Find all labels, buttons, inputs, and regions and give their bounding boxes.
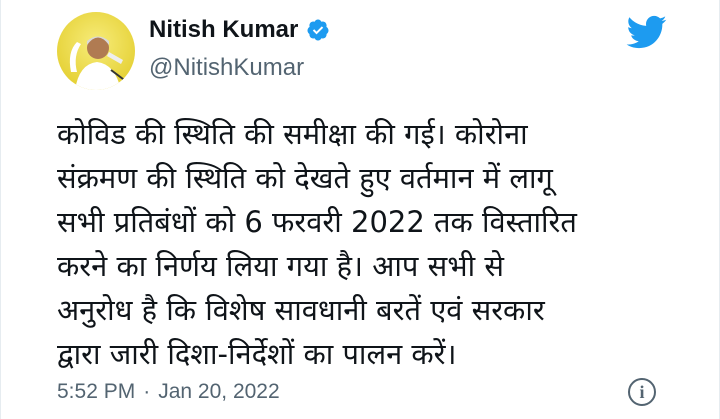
tweet-text: कोविड की स्थिति की समीक्षा की गई। कोरोना… — [57, 117, 577, 371]
author-name[interactable]: Nitish Kumar — [149, 16, 298, 44]
twitter-bird-icon[interactable] — [625, 14, 667, 50]
author-row: Nitish Kumar — [149, 12, 330, 48]
tweet-meta: 5:52 PM · Jan 20, 2022 — [57, 380, 280, 404]
author-handle[interactable]: @NitishKumar — [149, 54, 304, 82]
tweet-date[interactable]: Jan 20, 2022 — [158, 380, 279, 404]
avatar[interactable] — [57, 12, 135, 90]
meta-separator: · — [143, 380, 151, 403]
info-glyph: i — [639, 382, 645, 402]
verified-badge-icon — [306, 18, 330, 42]
avatar-image — [57, 12, 135, 90]
tweet-card: Nitish Kumar @NitishKumar कोविड की स्थित… — [0, 0, 720, 419]
info-icon[interactable]: i — [628, 378, 656, 406]
tweet-time[interactable]: 5:52 PM — [57, 380, 135, 404]
